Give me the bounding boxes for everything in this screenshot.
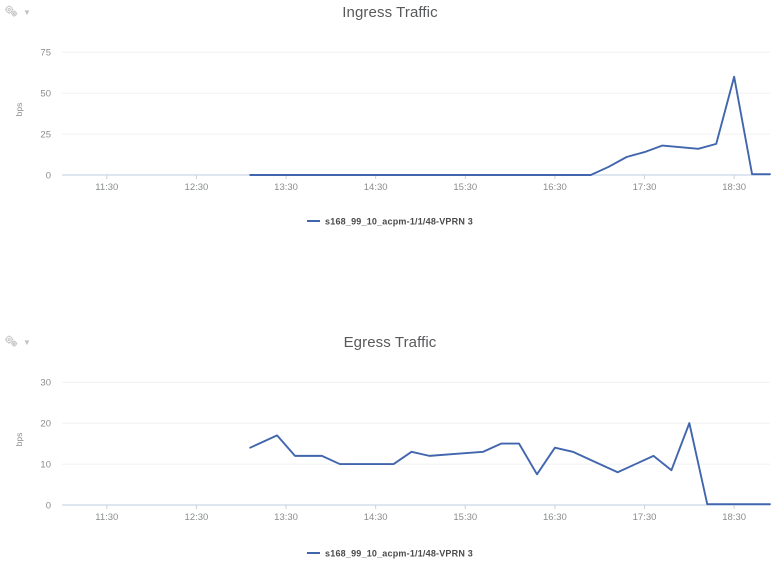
svg-text:11:30: 11:30 <box>95 512 118 523</box>
svg-text:50: 50 <box>40 88 51 99</box>
svg-text:10: 10 <box>40 459 51 470</box>
egress-traffic-panel: ▼ Egress Traffic 0 10 20 30 11:30 12:30 13:30 1… <box>0 330 780 577</box>
svg-text:13:30: 13:30 <box>274 512 298 523</box>
ingress-legend-label: s168_99_10_acpm-1/1/48-VPRN 3 <box>325 216 473 227</box>
svg-text:11:30: 11:30 <box>95 182 118 193</box>
egress-chart-title: Egress Traffic <box>343 334 437 351</box>
svg-text:18:30: 18:30 <box>722 182 746 193</box>
svg-text:bps: bps <box>14 433 24 447</box>
svg-text:17:30: 17:30 <box>633 512 657 523</box>
egress-legend-label: s168_99_10_acpm-1/1/48-VPRN 3 <box>325 548 473 559</box>
svg-text:75: 75 <box>40 47 51 58</box>
egress-plot-area: 0 10 20 30 11:30 12:30 13:30 14:30 15:30 16:30 17:… <box>0 358 780 523</box>
legend-color-swatch-icon <box>307 219 321 222</box>
svg-text:bps: bps <box>14 103 24 117</box>
svg-text:14:30: 14:30 <box>364 182 388 193</box>
svg-text:0: 0 <box>46 500 51 511</box>
svg-text:15:30: 15:30 <box>453 512 477 523</box>
svg-text:12:30: 12:30 <box>185 512 209 523</box>
svg-text:15:30: 15:30 <box>453 182 477 193</box>
svg-text:16:30: 16:30 <box>543 512 567 523</box>
ingress-line-chart: 0 25 50 75 11:30 12:30 13:30 14:30 15:30 16:30 17:… <box>14 47 771 193</box>
svg-text:18:30: 18:30 <box>722 512 746 523</box>
svg-text:25: 25 <box>40 129 51 140</box>
egress-line-chart: 0 10 20 30 11:30 12:30 13:30 14:30 15:30 16:30 17:… <box>14 377 771 523</box>
egress-legend[interactable]: s168_99_10_acpm-1/1/48-VPRN 3 <box>0 548 780 559</box>
svg-text:13:30: 13:30 <box>274 182 298 193</box>
svg-text:12:30: 12:30 <box>185 182 209 193</box>
svg-text:16:30: 16:30 <box>543 182 567 193</box>
legend-color-swatch-icon <box>307 551 321 554</box>
svg-text:0: 0 <box>46 170 51 181</box>
svg-text:20: 20 <box>40 418 51 429</box>
ingress-plot-area: 0 25 50 75 11:30 12:30 13:30 14:30 15:30 16:30 17:… <box>0 28 780 193</box>
ingress-traffic-panel: ▼ Ingress Traffic 0 25 50 75 11:30 12:30 13:30… <box>0 0 780 300</box>
ingress-legend[interactable]: s168_99_10_acpm-1/1/48-VPRN 3 <box>0 216 780 227</box>
svg-text:30: 30 <box>40 377 51 388</box>
svg-text:14:30: 14:30 <box>364 512 388 523</box>
svg-text:17:30: 17:30 <box>633 182 657 193</box>
ingress-chart-title: Ingress Traffic <box>342 4 438 21</box>
